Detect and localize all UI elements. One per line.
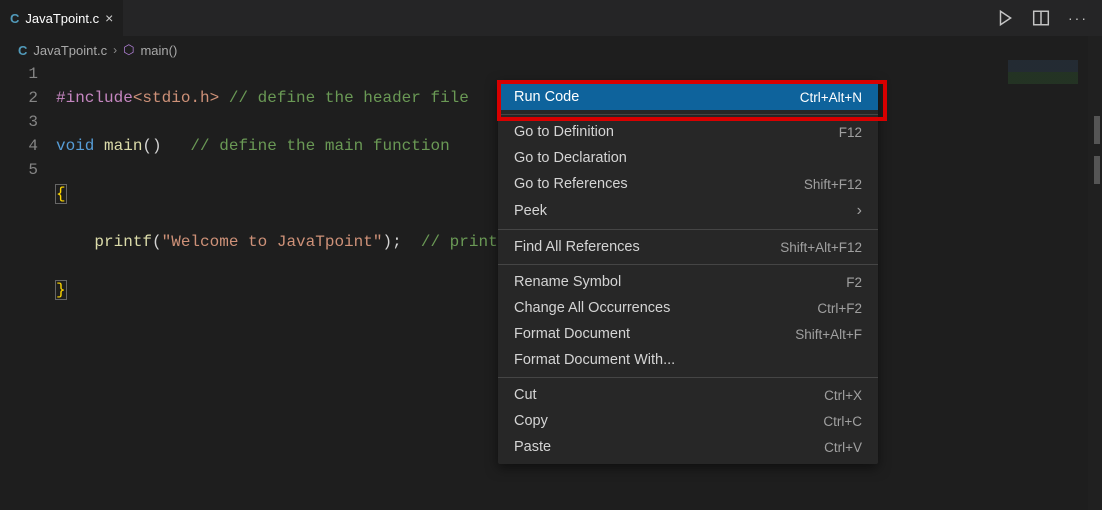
tab-active[interactable]: C JavaTpoint.c ×: [0, 0, 124, 36]
run-icon[interactable]: [996, 9, 1014, 27]
chevron-right-icon: ›: [113, 43, 117, 57]
context-menu-label: Find All References: [514, 239, 640, 255]
context-menu: Run CodeCtrl+Alt+NGo to DefinitionF12Go …: [498, 80, 878, 464]
context-menu-separator: [498, 377, 878, 378]
chevron-right-icon: ›: [857, 202, 862, 220]
minimap[interactable]: [1008, 60, 1078, 84]
context-menu-item[interactable]: Copy Ctrl+C: [498, 408, 878, 434]
context-menu-shortcut: F12: [839, 125, 862, 140]
context-menu-label: Go to Definition: [514, 124, 614, 140]
context-menu-label: Run Code: [514, 89, 579, 105]
context-menu-item[interactable]: Format Document With...: [498, 347, 878, 373]
context-menu-label: Format Document With...: [514, 352, 675, 368]
more-icon[interactable]: ···: [1068, 10, 1088, 26]
symbol-icon: ⬡: [123, 42, 134, 58]
context-menu-separator: [498, 264, 878, 265]
context-menu-shortcut: Ctrl+F2: [817, 301, 862, 316]
tabs: C JavaTpoint.c ×: [0, 0, 124, 36]
editor-toolbar: ···: [996, 9, 1102, 27]
line-gutter: 1 2 3 4 5: [0, 62, 56, 350]
close-icon[interactable]: ×: [105, 10, 113, 26]
context-menu-label: Copy: [514, 413, 548, 429]
context-menu-shortcut: Shift+F12: [804, 177, 862, 192]
context-menu-item[interactable]: Peek ›: [498, 197, 878, 225]
context-menu-shortcut: Shift+Alt+F12: [780, 240, 862, 255]
context-menu-item[interactable]: Paste Ctrl+V: [498, 434, 878, 460]
tab-label: JavaTpoint.c: [25, 11, 99, 26]
tab-bar: C JavaTpoint.c × ···: [0, 0, 1102, 36]
context-menu-label: Format Document: [514, 326, 630, 342]
context-menu-item[interactable]: Change All Occurrences Ctrl+F2: [498, 295, 878, 321]
context-menu-shortcut: F2: [846, 275, 862, 290]
context-menu-shortcut: Ctrl+Alt+N: [800, 90, 862, 105]
context-menu-item[interactable]: Cut Ctrl+X: [498, 382, 878, 408]
c-file-icon: C: [10, 11, 19, 26]
context-menu-item[interactable]: Run Code Ctrl+Alt+N: [498, 84, 878, 110]
context-menu-separator: [498, 114, 878, 115]
context-menu-item[interactable]: Find All References Shift+Alt+F12: [498, 234, 878, 260]
context-menu-label: Paste: [514, 439, 551, 455]
context-menu-separator: [498, 229, 878, 230]
context-menu-label: Go to Declaration: [514, 150, 627, 166]
breadcrumb-file[interactable]: JavaTpoint.c: [33, 43, 107, 58]
scrollbar[interactable]: [1088, 36, 1102, 510]
context-menu-shortcut: Ctrl+V: [824, 440, 862, 455]
context-menu-item[interactable]: Go to References Shift+F12: [498, 171, 878, 197]
context-menu-item[interactable]: Rename Symbol F2: [498, 269, 878, 295]
context-menu-shortcut: Ctrl+X: [824, 388, 862, 403]
context-menu-item[interactable]: Go to Declaration: [498, 145, 878, 171]
context-menu-shortcut: Ctrl+C: [823, 414, 862, 429]
context-menu-item[interactable]: Go to Definition F12: [498, 119, 878, 145]
context-menu-label: Cut: [514, 387, 537, 403]
context-menu-shortcut: Shift+Alt+F: [795, 327, 862, 342]
context-menu-item[interactable]: Format Document Shift+Alt+F: [498, 321, 878, 347]
context-menu-label: Peek: [514, 203, 547, 219]
context-menu-label: Rename Symbol: [514, 274, 621, 290]
breadcrumb[interactable]: C JavaTpoint.c › ⬡ main(): [0, 36, 1102, 60]
context-menu-label: Go to References: [514, 176, 628, 192]
context-menu-label: Change All Occurrences: [514, 300, 670, 316]
breadcrumb-symbol[interactable]: main(): [140, 43, 177, 58]
c-file-icon: C: [18, 43, 27, 58]
split-editor-icon[interactable]: [1032, 9, 1050, 27]
